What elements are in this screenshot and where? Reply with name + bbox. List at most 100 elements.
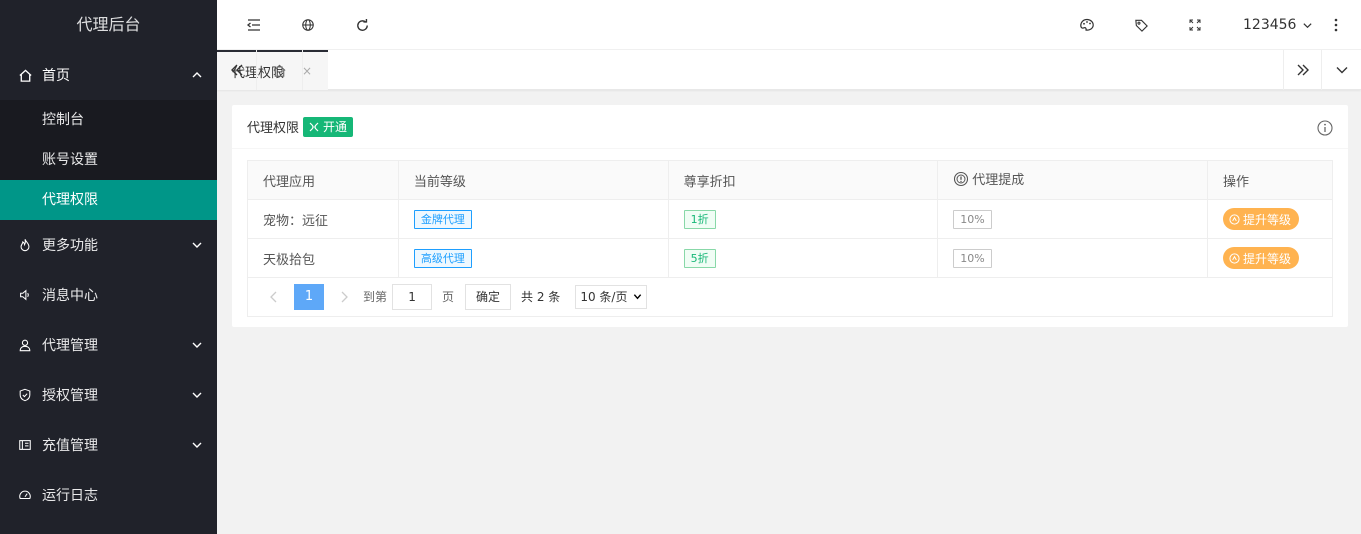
tag-icon[interactable] bbox=[1123, 0, 1159, 50]
chevron-down-icon bbox=[1302, 20, 1313, 31]
sidebar-item-authorization-management[interactable]: 授权管理 bbox=[0, 370, 217, 420]
cell-app: 天极拾包 bbox=[247, 238, 399, 278]
tab-home[interactable] bbox=[257, 50, 303, 90]
discount-tag: 5折 bbox=[683, 248, 716, 268]
pagination: 1 到第 1 页 确定 共 2 条 10 条/页 bbox=[247, 277, 1333, 317]
cell-commission: 10% bbox=[937, 199, 1209, 239]
sidebar-item-more-features[interactable]: 更多功能 bbox=[0, 220, 217, 270]
caret-down-icon bbox=[633, 292, 642, 301]
tab-close-icon[interactable]: × bbox=[302, 64, 312, 78]
upgrade-level-button[interactable]: 提升等级 bbox=[1223, 247, 1300, 269]
username: 123456 bbox=[1243, 17, 1297, 33]
sidebar-item-label: 充值管理 bbox=[42, 438, 98, 454]
commission-tag: 10% bbox=[953, 248, 992, 268]
next-page-button[interactable] bbox=[330, 284, 358, 310]
chevron-right-icon bbox=[341, 291, 348, 302]
table-header-row: 代理应用 当前等级 尊享折扣 代理提成 操作 bbox=[247, 160, 1333, 200]
sidebar-item-agent-management[interactable]: 代理管理 bbox=[0, 320, 217, 370]
top-header: 123456 bbox=[217, 0, 1361, 50]
menu-fold-icon[interactable] bbox=[236, 0, 272, 50]
agent-permissions-card: 代理权限 开通 代理应用 当前等级 尊享折扣 代理提成 操作 宠物：远征 金牌代… bbox=[232, 105, 1348, 327]
shield-icon bbox=[17, 387, 33, 403]
info-icon[interactable] bbox=[1316, 119, 1334, 137]
user-icon bbox=[17, 337, 33, 353]
status-badge: 开通 bbox=[303, 116, 354, 137]
sidebar-item-label: 运行日志 bbox=[42, 488, 98, 504]
chevron-down-icon bbox=[191, 439, 203, 451]
sidebar-subnav-home: 控制台 账号设置 代理权限 bbox=[0, 100, 217, 220]
column-header-commission-label: 代理提成 bbox=[972, 173, 1025, 189]
sidebar: 代理后台 首页 控制台 账号设置 代理权限 更多功能 消息中心 代理管理 授权管… bbox=[0, 0, 217, 534]
speaker-icon bbox=[17, 287, 33, 303]
upgrade-icon bbox=[1229, 252, 1240, 264]
prev-page-button[interactable] bbox=[260, 284, 288, 310]
fullscreen-icon[interactable] bbox=[1177, 0, 1213, 50]
wallet-icon bbox=[17, 437, 33, 453]
chevron-down-icon bbox=[1336, 67, 1347, 74]
tab-menu-button[interactable] bbox=[1321, 50, 1361, 90]
sidebar-item-run-log[interactable]: 运行日志 bbox=[0, 470, 217, 520]
upgrade-level-label: 提升等级 bbox=[1243, 212, 1292, 227]
page-unit-label: 页 bbox=[442, 290, 455, 304]
sidebar-item-label: 首页 bbox=[42, 68, 70, 84]
more-vertical-icon[interactable] bbox=[1318, 0, 1354, 50]
home-icon bbox=[17, 67, 33, 83]
palette-icon[interactable] bbox=[1069, 0, 1105, 50]
chevron-left-icon bbox=[270, 291, 277, 302]
page-number-current[interactable]: 1 bbox=[294, 283, 324, 310]
cell-commission: 10% bbox=[937, 238, 1209, 278]
total-count: 共 2 条 bbox=[521, 290, 561, 304]
sidebar-item-label: 代理管理 bbox=[42, 338, 98, 354]
upgrade-icon bbox=[1229, 213, 1240, 225]
goto-confirm-button[interactable]: 确定 bbox=[465, 283, 512, 310]
upgrade-level-label: 提升等级 bbox=[1243, 251, 1292, 266]
sidebar-item-label: 更多功能 bbox=[42, 238, 98, 254]
cell-app: 宠物：远征 bbox=[247, 199, 399, 239]
chevron-up-icon bbox=[191, 69, 203, 81]
chevron-down-icon bbox=[191, 239, 203, 251]
level-tag: 金牌代理 bbox=[413, 209, 472, 229]
home-icon bbox=[273, 64, 286, 77]
goto-page-input[interactable]: 1 bbox=[392, 283, 433, 310]
fire-icon bbox=[17, 237, 33, 253]
upgrade-level-button[interactable]: 提升等级 bbox=[1223, 208, 1300, 230]
sidebar-item-recharge-management[interactable]: 充值管理 bbox=[0, 420, 217, 470]
sidebar-item-label: 消息中心 bbox=[42, 288, 98, 304]
table-row: 宠物：远征 金牌代理 1折 10% 提升等级 bbox=[247, 199, 1333, 239]
level-tag: 高级代理 bbox=[413, 248, 472, 268]
sidebar-subitem-account-settings[interactable]: 账号设置 bbox=[0, 140, 217, 180]
double-chevron-right-icon bbox=[1297, 64, 1309, 76]
double-chevron-left-icon bbox=[230, 64, 242, 76]
sidebar-subitem-agent-permissions[interactable]: 代理权限 bbox=[0, 180, 217, 220]
tab-scroll-right-button[interactable] bbox=[1283, 50, 1321, 90]
sidebar-subitem-console[interactable]: 控制台 bbox=[0, 100, 217, 140]
commission-tag: 10% bbox=[953, 209, 992, 229]
table-row: 天极拾包 高级代理 5折 10% 提升等级 bbox=[247, 238, 1333, 278]
page-size-select[interactable]: 10 条/页 bbox=[575, 284, 648, 309]
cell-action: 提升等级 bbox=[1207, 199, 1333, 239]
chevron-down-icon bbox=[191, 339, 203, 351]
refresh-icon[interactable] bbox=[344, 0, 380, 50]
globe-icon[interactable] bbox=[290, 0, 326, 50]
dashboard-icon bbox=[17, 487, 33, 503]
cell-discount: 5折 bbox=[667, 238, 939, 278]
cell-level: 金牌代理 bbox=[397, 199, 669, 239]
app-logo[interactable]: 代理后台 bbox=[0, 0, 217, 50]
cell-level: 高级代理 bbox=[397, 238, 669, 278]
cell-action: 提升等级 bbox=[1207, 238, 1333, 278]
tab-scroll-left-button[interactable] bbox=[217, 50, 257, 90]
column-header-commission: 代理提成 bbox=[937, 160, 1209, 200]
page-size-value: 10 条/页 bbox=[580, 290, 628, 304]
agent-permissions-table: 代理应用 当前等级 尊享折扣 代理提成 操作 宠物：远征 金牌代理 1折 10% bbox=[247, 160, 1333, 278]
status-badge-label: 开通 bbox=[323, 120, 348, 134]
goto-label: 到第 bbox=[363, 290, 388, 304]
alert-circle-icon bbox=[954, 171, 969, 186]
column-header-action: 操作 bbox=[1207, 160, 1333, 200]
sidebar-item-home[interactable]: 首页 bbox=[0, 50, 217, 100]
column-header-app: 代理应用 bbox=[247, 160, 399, 200]
sidebar-item-label: 授权管理 bbox=[42, 388, 98, 404]
cell-discount: 1折 bbox=[667, 199, 939, 239]
user-menu[interactable]: 123456 bbox=[1243, 0, 1313, 50]
column-header-discount: 尊享折扣 bbox=[667, 160, 939, 200]
sidebar-item-message-center[interactable]: 消息中心 bbox=[0, 270, 217, 320]
